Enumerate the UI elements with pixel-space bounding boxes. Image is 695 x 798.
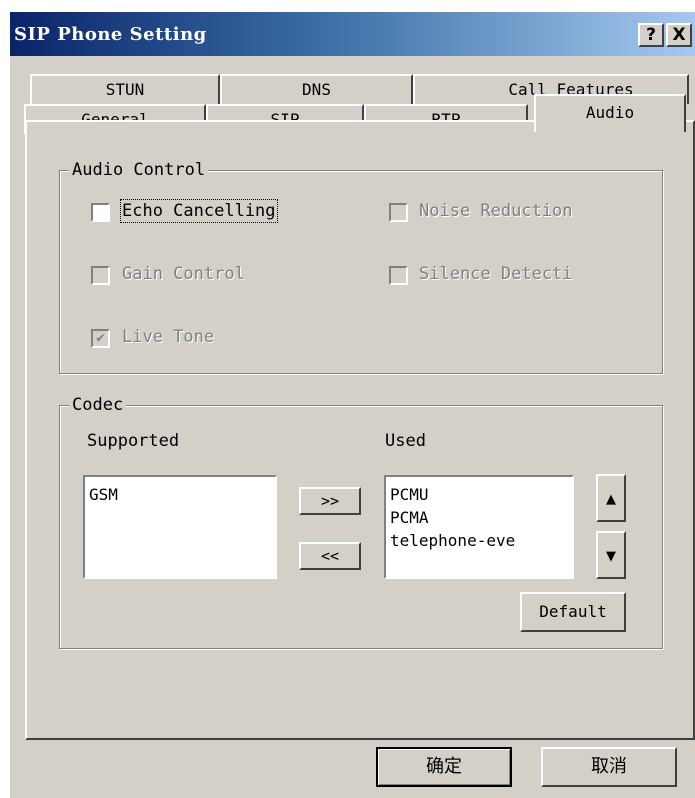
add-codec-button[interactable]: >> [299, 487, 361, 515]
window-title: SIP Phone Setting [14, 24, 207, 45]
tab-dns[interactable]: DNS [220, 74, 413, 104]
echo-cancelling-label[interactable]: Echo Cancelling [120, 199, 278, 223]
audio-control-legend: Audio Control [69, 160, 209, 180]
default-button[interactable]: Default [520, 592, 626, 632]
supported-codec-list[interactable]: GSM [83, 475, 277, 579]
noise-reduction-checkbox[interactable] [389, 203, 408, 222]
audio-tab-panel: Audio Control Echo Cancelling Noise Redu… [25, 120, 695, 740]
gain-control-checkbox[interactable] [91, 266, 110, 285]
move-up-button[interactable]: ▲ [596, 474, 626, 522]
echo-cancelling-checkbox[interactable] [91, 203, 110, 222]
tab-stun[interactable]: STUN [30, 74, 220, 104]
live-tone-checkbox[interactable]: ✔ [91, 329, 110, 348]
silence-detection-label: Silence Detecti [419, 264, 573, 284]
list-item[interactable]: telephone-eve [390, 529, 568, 552]
used-label: Used [385, 431, 426, 451]
ok-button[interactable]: 确定 [376, 747, 512, 787]
live-tone-label: Live Tone [122, 327, 215, 347]
arrow-down-icon: ▼ [606, 549, 616, 564]
move-down-button[interactable]: ▼ [596, 531, 626, 579]
help-button[interactable]: ? [638, 23, 664, 47]
gain-control-label: Gain Control [122, 264, 245, 284]
codec-legend: Codec [69, 395, 127, 415]
tab-audio[interactable]: Audio [534, 94, 686, 132]
remove-codec-button[interactable]: << [299, 542, 361, 570]
title-bar[interactable]: SIP Phone Setting ? X [10, 12, 695, 56]
list-item[interactable]: GSM [89, 483, 271, 506]
checkmark-icon: ✔ [96, 330, 105, 346]
cancel-button[interactable]: 取消 [541, 747, 677, 787]
list-item[interactable]: PCMA [390, 506, 568, 529]
used-codec-list[interactable]: PCMU PCMA telephone-eve [384, 475, 574, 579]
noise-reduction-label: Noise Reduction [419, 201, 573, 221]
supported-label: Supported [87, 431, 180, 451]
arrow-up-icon: ▲ [606, 492, 616, 507]
close-button[interactable]: X [666, 23, 692, 47]
silence-detection-checkbox[interactable] [389, 266, 408, 285]
list-item[interactable]: PCMU [390, 483, 568, 506]
